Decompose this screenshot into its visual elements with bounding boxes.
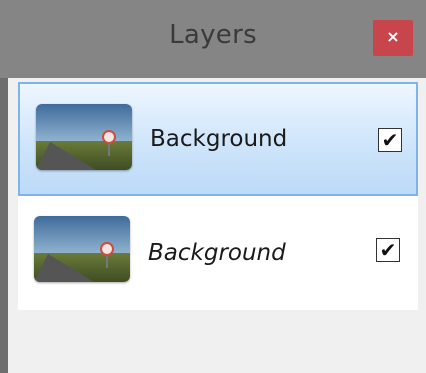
- layer-row[interactable]: Background ✔: [18, 196, 418, 310]
- layer-visibility-checkbox[interactable]: ✔: [378, 128, 402, 152]
- layer-thumbnail: [36, 104, 132, 170]
- layer-visibility-checkbox[interactable]: ✔: [376, 238, 400, 262]
- layer-row[interactable]: Background ✔: [18, 82, 418, 196]
- layer-thumbnail: [34, 216, 130, 282]
- close-button[interactable]: ×: [373, 20, 413, 56]
- panel-titlebar: Layers ×: [0, 0, 426, 78]
- layer-name: Background: [148, 240, 286, 266]
- panel-title: Layers: [169, 20, 257, 50]
- layer-name: Background: [150, 126, 288, 152]
